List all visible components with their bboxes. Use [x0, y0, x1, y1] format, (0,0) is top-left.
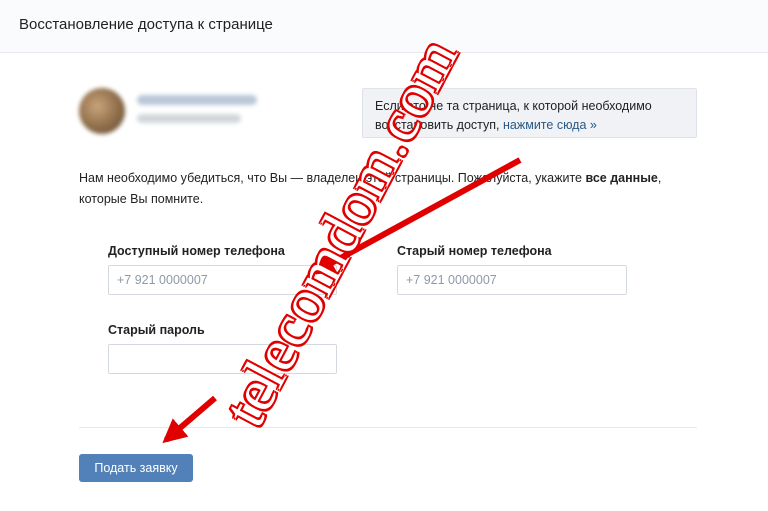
submit-request-button[interactable]: Подать заявку — [79, 454, 193, 482]
available-phone-label: Доступный номер телефона — [108, 244, 285, 258]
form-divider — [79, 427, 697, 428]
page-title: Восстановление доступа к странице — [19, 16, 273, 33]
page-header: Восстановление доступа к странице — [0, 0, 768, 53]
old-phone-label: Старый номер телефона — [397, 244, 552, 258]
blurred-profile-subtitle — [137, 114, 241, 123]
avatar — [79, 88, 125, 134]
old-password-label: Старый пароль — [108, 323, 205, 337]
intro-text-bold: все данные — [585, 171, 658, 185]
blurred-profile-name — [137, 95, 257, 105]
old-phone-input[interactable] — [397, 265, 627, 295]
wrong-page-link[interactable]: нажмите сюда » — [503, 118, 597, 132]
